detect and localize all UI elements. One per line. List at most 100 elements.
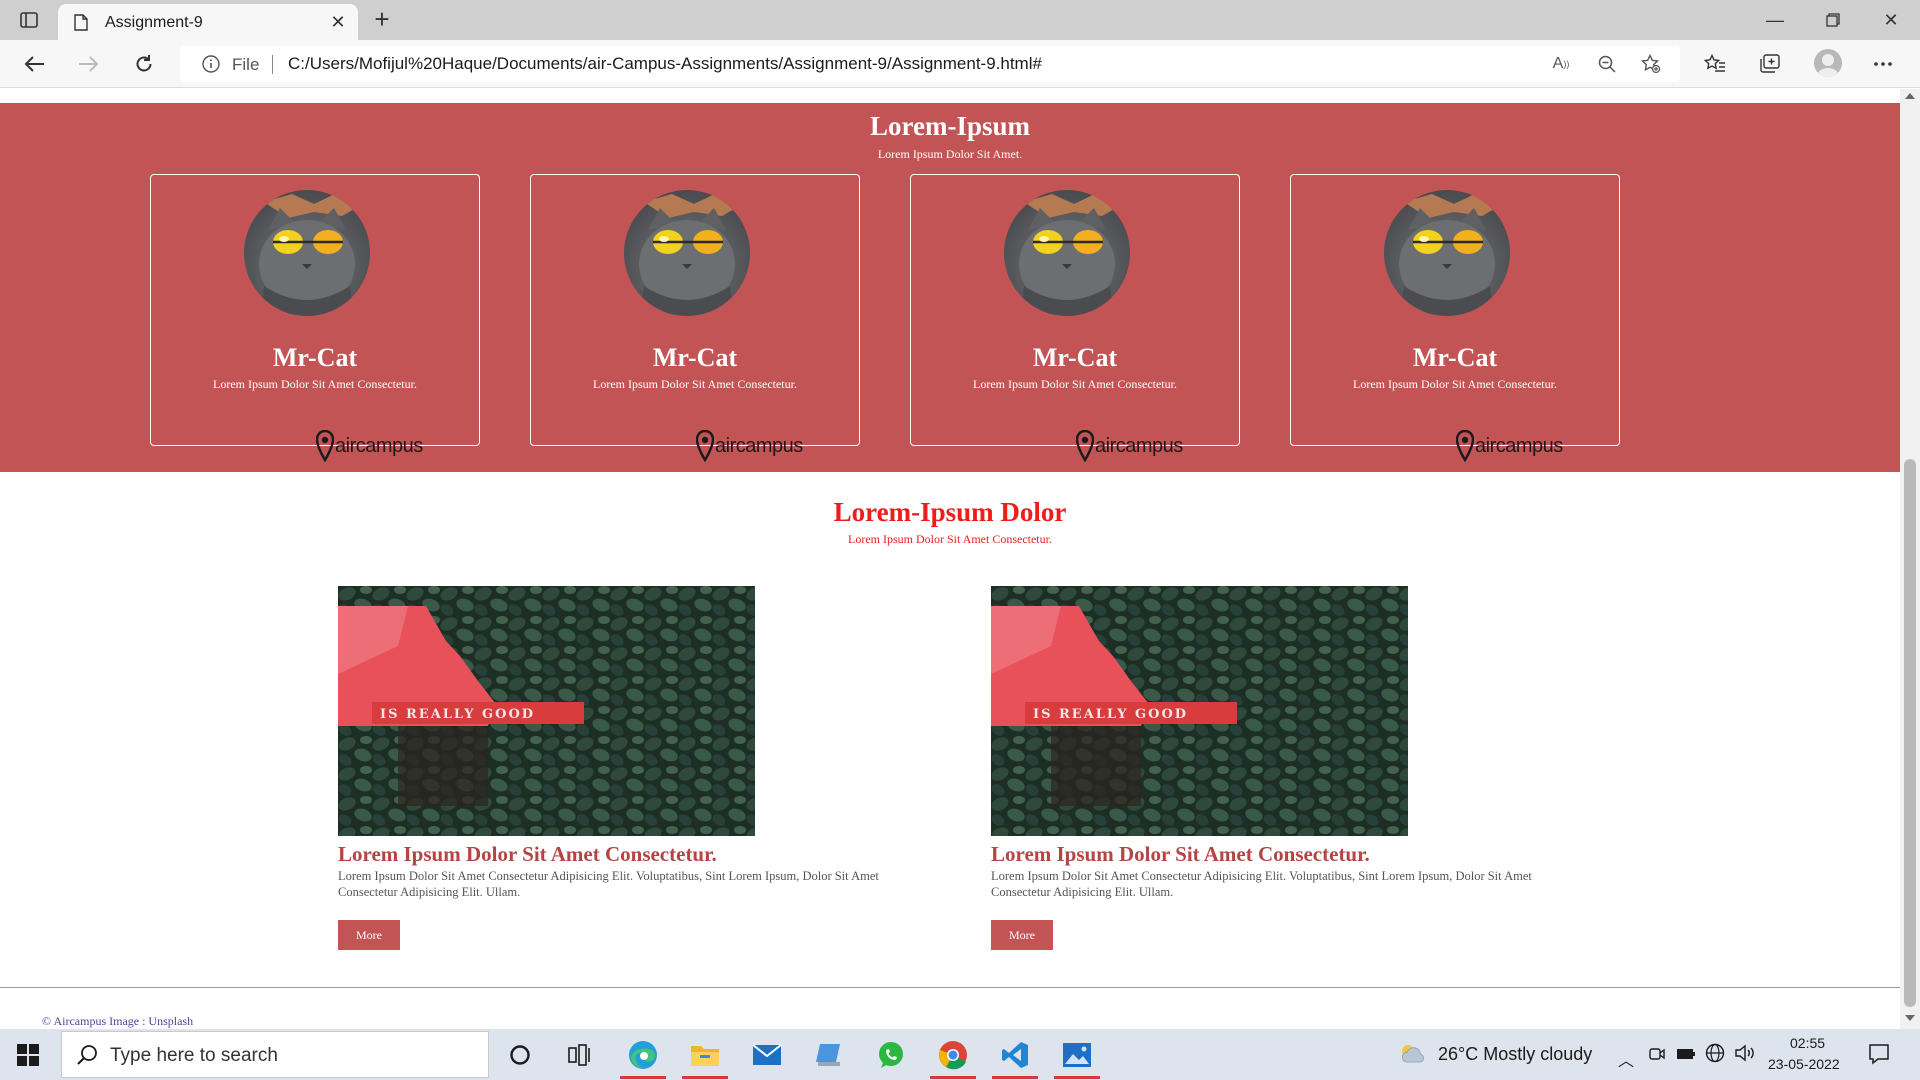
windows-taskbar: Type here to search 26°C Mostly cloudy ︿ [0, 1029, 1920, 1080]
clock-time[interactable]: 02:55 [1790, 1035, 1825, 1051]
vscode-icon[interactable] [990, 1034, 1040, 1079]
mail-icon[interactable] [742, 1034, 792, 1076]
volume-icon[interactable] [1734, 1043, 1756, 1068]
aircampus-logo-text: aircampus [1095, 434, 1183, 457]
weather-text[interactable]: 26°C Mostly cloudy [1438, 1044, 1592, 1065]
cortana-icon[interactable] [495, 1034, 545, 1076]
card-name: Mr-Cat [272, 343, 358, 372]
windows-start-icon[interactable] [17, 1044, 39, 1066]
aircampus-logo: aircampus [1076, 429, 1186, 463]
footer-divider [0, 987, 1900, 988]
zoom-out-icon[interactable] [1596, 54, 1618, 74]
notifications-icon[interactable] [1868, 1043, 1890, 1070]
file-explorer-icon[interactable] [680, 1034, 730, 1079]
blog-subtitle: Lorem Ipsum Dolor Sit Amet Consectetur. [848, 532, 1052, 546]
active-app-indicator [1054, 1076, 1100, 1079]
scroll-up-arrow-icon[interactable] [1905, 93, 1915, 99]
search-placeholder: Type here to search [110, 1045, 278, 1066]
active-app-indicator [682, 1076, 728, 1079]
forward-arrow-icon[interactable] [73, 48, 105, 80]
chevron-up-icon[interactable]: ︿ [1618, 1047, 1634, 1071]
desktop-app-icon[interactable] [804, 1034, 854, 1076]
meet-now-icon[interactable] [1648, 1045, 1666, 1068]
taskbar-search-box[interactable]: Type here to search [61, 1031, 489, 1078]
scroll-thumb[interactable] [1904, 459, 1916, 1007]
close-window-icon[interactable]: ✕ [1868, 6, 1914, 34]
cat-avatar-image [1384, 190, 1510, 316]
address-separator [272, 55, 273, 74]
aircampus-logo: aircampus [696, 429, 806, 463]
network-globe-icon[interactable] [1705, 1043, 1725, 1068]
blog-post: IS REALLY GOOD Lorem Ipsum Dolor Sit Ame… [338, 586, 898, 950]
card-name: Mr-Cat [1412, 343, 1498, 372]
page-scrollbar[interactable] [1900, 89, 1920, 1029]
team-card: Mr-Cat Lorem Ipsum Dolor Sit Amet Consec… [530, 174, 860, 462]
back-arrow-icon[interactable] [18, 48, 50, 80]
file-label: File [232, 55, 260, 74]
cat-avatar-image [1004, 190, 1130, 316]
active-app-indicator [930, 1076, 976, 1079]
chrome-icon[interactable] [928, 1034, 978, 1079]
location-pin-icon [696, 430, 714, 462]
whatsapp-icon[interactable] [866, 1034, 916, 1076]
card-name: Mr-Cat [652, 343, 738, 372]
location-pin-icon [1456, 430, 1474, 462]
page-viewport: Lorem-Ipsum Lorem Ipsum Dolor Sit Amet. … [0, 89, 1900, 1029]
scroll-down-arrow-icon[interactable] [1905, 1015, 1915, 1021]
card-text: Lorem Ipsum Dolor Sit Amet Consectetur. [973, 377, 1177, 391]
collections-icon[interactable] [1757, 52, 1783, 76]
team-subtitle: Lorem Ipsum Dolor Sit Amet. [877, 147, 1023, 161]
aircampus-logo-text: aircampus [715, 434, 803, 457]
location-pin-icon [316, 430, 334, 462]
post-body: Lorem Ipsum Dolor Sit Amet Consectetur A… [991, 869, 1532, 899]
weather-cloud-icon[interactable] [1398, 1042, 1426, 1069]
cat-avatar-image [624, 190, 750, 316]
post-heading: Lorem Ipsum Dolor Sit Amet Consectetur. [991, 842, 1370, 866]
search-icon [76, 1044, 98, 1071]
aircampus-logo: aircampus [1456, 429, 1566, 463]
tab-title: Assignment-9 [105, 14, 203, 31]
more-options-icon[interactable] [1870, 52, 1896, 76]
ivy-sign-image: IS REALLY GOOD [338, 586, 755, 836]
add-favorite-icon[interactable] [1640, 54, 1662, 74]
active-tab[interactable]: Assignment-9 ✕ [58, 4, 358, 40]
minimize-icon[interactable]: — [1752, 6, 1798, 34]
browser-toolbar: File C:/Users/Mofijul%20Haque/Documents/… [0, 40, 1920, 88]
post-body: Lorem Ipsum Dolor Sit Amet Consectetur A… [338, 869, 879, 899]
blog-title: Lorem-Ipsum Dolor [833, 497, 1067, 527]
edge-browser-icon[interactable] [618, 1034, 668, 1079]
card-text: Lorem Ipsum Dolor Sit Amet Consectetur. [1353, 377, 1557, 391]
profile-avatar[interactable] [1814, 49, 1842, 77]
card-text: Lorem Ipsum Dolor Sit Amet Consectetur. [213, 377, 417, 391]
footer-credit[interactable]: © Aircampus Image : Unsplash [42, 1014, 193, 1029]
aircampus-logo: aircampus [316, 429, 426, 463]
active-app-indicator [992, 1076, 1038, 1079]
read-aloud-icon[interactable]: A)) [1550, 54, 1572, 74]
blog-post: IS REALLY GOOD Lorem Ipsum Dolor Sit Ame… [991, 586, 1551, 950]
new-tab-button[interactable]: + [368, 6, 396, 34]
team-title: Lorem-Ipsum [869, 111, 1030, 141]
svg-text:IS REALLY GOOD: IS REALLY GOOD [380, 707, 535, 722]
more-button[interactable]: More [338, 920, 400, 950]
address-bar[interactable]: File C:/Users/Mofijul%20Haque/Documents/… [180, 46, 1680, 82]
more-button[interactable]: More [991, 920, 1053, 950]
team-card: Mr-Cat Lorem Ipsum Dolor Sit Amet Consec… [910, 174, 1240, 462]
favorites-icon[interactable] [1702, 52, 1728, 76]
battery-icon[interactable] [1676, 1047, 1696, 1065]
team-section: Lorem-Ipsum Lorem Ipsum Dolor Sit Amet. … [0, 103, 1900, 472]
refresh-icon[interactable] [128, 48, 160, 80]
team-card: Mr-Cat Lorem Ipsum Dolor Sit Amet Consec… [150, 174, 480, 462]
task-view-icon[interactable] [555, 1034, 605, 1076]
page-icon [74, 14, 88, 36]
url-text[interactable]: C:/Users/Mofijul%20Haque/Documents/air-C… [288, 54, 1042, 74]
info-icon[interactable] [202, 55, 220, 78]
card-text: Lorem Ipsum Dolor Sit Amet Consectetur. [593, 377, 797, 391]
tab-actions-icon[interactable] [14, 8, 44, 32]
photos-icon[interactable] [1052, 1034, 1102, 1079]
restore-icon[interactable] [1810, 6, 1856, 34]
clock-date[interactable]: 23-05-2022 [1768, 1056, 1840, 1072]
cat-avatar-image [244, 190, 370, 316]
close-tab-icon[interactable]: ✕ [328, 12, 348, 32]
active-app-indicator [620, 1076, 666, 1079]
card-name: Mr-Cat [1032, 343, 1118, 372]
